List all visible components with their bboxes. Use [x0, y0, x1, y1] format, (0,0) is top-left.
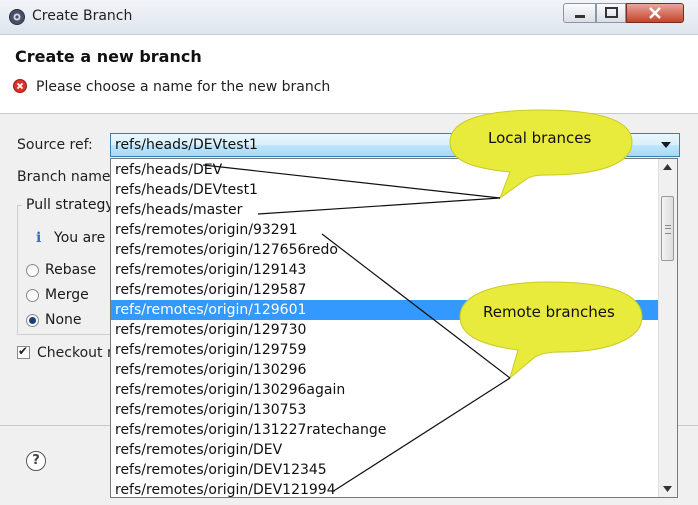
- checkout-checkbox[interactable]: ✔: [17, 344, 30, 359]
- branch-name-label: Branch name:: [17, 169, 116, 185]
- dropdown-item[interactable]: refs/remotes/origin/127656redo: [111, 240, 659, 260]
- grip-icon: [665, 225, 671, 234]
- window-title: Create Branch: [32, 8, 133, 24]
- close-button[interactable]: [626, 3, 684, 23]
- dropdown-item[interactable]: refs/remotes/origin/DEV: [111, 440, 659, 460]
- title-bar: Create Branch: [0, 0, 698, 35]
- checkout-label: Checkout n: [37, 345, 116, 361]
- dropdown-item[interactable]: refs/remotes/origin/129759: [111, 340, 659, 360]
- maximize-icon: [605, 7, 618, 18]
- dropdown-scrollbar[interactable]: [658, 159, 677, 497]
- merge-label: Merge: [45, 287, 89, 303]
- none-radio[interactable]: [26, 314, 39, 327]
- error-icon: [13, 79, 27, 93]
- close-icon: [649, 7, 661, 19]
- dropdown-item[interactable]: refs/remotes/origin/129587: [111, 280, 659, 300]
- dropdown-item[interactable]: refs/remotes/origin/DEV121994: [111, 480, 659, 497]
- pull-strategy-info: You are c: [54, 230, 118, 246]
- source-ref-dropdown[interactable]: refs/heads/DEV refs/heads/DEVtest1 refs/he…: [110, 158, 678, 498]
- pull-strategy-title: Pull strategy: [22, 197, 118, 213]
- remote-branches-annotation: Remote branches: [483, 303, 615, 321]
- dropdown-item[interactable]: refs/remotes/origin/130296: [111, 360, 659, 380]
- source-ref-label: Source ref:: [17, 137, 93, 153]
- local-branches-annotation: Local brances: [488, 129, 592, 147]
- minimize-icon: [575, 15, 585, 18]
- dropdown-item[interactable]: refs/heads/DEVtest1: [111, 180, 659, 200]
- scroll-up-icon[interactable]: [663, 164, 672, 170]
- dropdown-item[interactable]: refs/remotes/origin/129143: [111, 260, 659, 280]
- dialog-header: Create a new branch Please choose a name…: [0, 35, 698, 114]
- info-icon: i: [36, 230, 42, 246]
- checkmark-icon: ✔: [18, 344, 29, 358]
- help-icon: ?: [32, 453, 40, 468]
- minimize-button[interactable]: [563, 3, 596, 23]
- source-ref-combo[interactable]: refs/heads/DEVtest1: [110, 133, 680, 157]
- dropdown-item[interactable]: refs/remotes/origin/130296again: [111, 380, 659, 400]
- dropdown-item[interactable]: refs/heads/master: [111, 200, 659, 220]
- scroll-thumb[interactable]: [661, 196, 674, 261]
- dropdown-item[interactable]: refs/remotes/origin/93291: [111, 220, 659, 240]
- source-ref-value: refs/heads/DEVtest1: [115, 137, 258, 153]
- dropdown-item[interactable]: refs/remotes/origin/DEV12345: [111, 460, 659, 480]
- dialog-message: Please choose a name for the new branch: [36, 79, 331, 95]
- scroll-down-icon[interactable]: [663, 486, 672, 492]
- dropdown-item[interactable]: refs/remotes/origin/129730: [111, 320, 659, 340]
- dropdown-list: refs/heads/DEV refs/heads/DEVtest1 refs/he…: [111, 160, 659, 497]
- none-label: None: [45, 312, 82, 328]
- chevron-down-icon: [661, 142, 671, 148]
- rebase-label: Rebase: [45, 262, 97, 278]
- dialog-title: Create a new branch: [15, 47, 202, 66]
- dropdown-item[interactable]: refs/heads/DEV: [111, 160, 659, 180]
- help-button[interactable]: ?: [26, 451, 46, 471]
- gear-icon: [9, 9, 25, 25]
- dropdown-item[interactable]: refs/remotes/origin/131227ratechange: [111, 420, 659, 440]
- dropdown-item[interactable]: refs/remotes/origin/130753: [111, 400, 659, 420]
- rebase-radio[interactable]: [26, 264, 39, 277]
- merge-radio[interactable]: [26, 289, 39, 302]
- maximize-button[interactable]: [596, 3, 626, 23]
